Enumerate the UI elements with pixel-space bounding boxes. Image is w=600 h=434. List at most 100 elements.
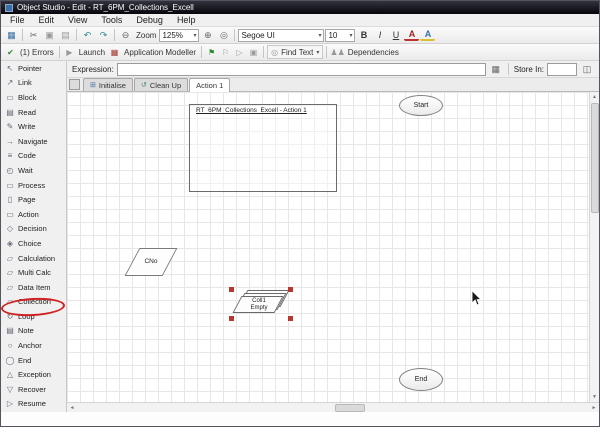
zoom-out-icon[interactable]: ⊖	[118, 28, 133, 42]
sidebar-item[interactable]: ↖ Pointer	[1, 61, 66, 76]
vertical-scroll-thumb[interactable]	[591, 103, 599, 213]
sidebar-item[interactable]: ▱ Multi Calc	[1, 265, 66, 280]
tool-icon: →	[6, 136, 14, 146]
tool-label: Code	[18, 151, 36, 161]
tab-initialise[interactable]: ⊞ Initialise	[83, 78, 133, 91]
sidebar-item[interactable]: ▽ Recover	[1, 382, 66, 397]
start-node[interactable]: Start	[399, 95, 443, 116]
application-modeller-button[interactable]: Application Modeller	[122, 48, 198, 57]
font-size-select[interactable]: 10 ▾	[325, 28, 356, 42]
launch-button[interactable]: Launch	[77, 48, 107, 57]
action-toolbar: ✔ (1) Errors ▶ Launch ▦ Application Mode…	[1, 44, 599, 61]
undo-icon[interactable]: ↶	[80, 28, 95, 42]
end-node[interactable]: End	[399, 368, 443, 391]
selection-handle[interactable]	[288, 316, 293, 321]
store-in-label: Store In:	[513, 64, 544, 74]
collection-shape[interactable]: Coll1 Empty	[229, 287, 293, 321]
scroll-up-icon[interactable]: ▲	[590, 92, 600, 102]
store-in-input[interactable]	[547, 62, 577, 76]
sidebar-item[interactable]: ▱ Collection	[1, 295, 66, 310]
font-family-select[interactable]: Segoe UI ▾	[238, 28, 325, 42]
menu-item[interactable]: Tools	[94, 15, 129, 25]
zoom-reset-icon[interactable]: ◎	[216, 28, 231, 42]
sidebar-item[interactable]: ▭ Process	[1, 178, 66, 193]
flag-green-icon[interactable]: ⚑	[205, 45, 218, 59]
grid-icon[interactable]: ▣	[247, 45, 260, 59]
sidebar-item[interactable]: ◈ Choice	[1, 236, 66, 251]
scroll-left-icon[interactable]: ◄	[67, 403, 77, 413]
sidebar-item[interactable]: ▱ Calculation	[1, 251, 66, 266]
separator	[114, 29, 115, 41]
step-icon[interactable]: ▷	[233, 45, 246, 59]
tab-action-1[interactable]: Action 1	[189, 78, 231, 92]
sidebar-item[interactable]: ◴ Wait	[1, 163, 66, 178]
cut-icon[interactable]: ✂	[26, 28, 41, 42]
horizontal-scroll-thumb[interactable]	[335, 404, 365, 412]
sidebar-item[interactable]: ○ Anchor	[1, 338, 66, 353]
sidebar-item[interactable]: △ Exception	[1, 367, 66, 382]
app-icon	[5, 3, 13, 12]
underline-button[interactable]: U	[388, 28, 403, 42]
scroll-right-icon[interactable]: ►	[589, 403, 599, 413]
paste-icon[interactable]: ▤	[58, 28, 73, 42]
sidebar-item[interactable]: ▱ Data Item	[1, 280, 66, 295]
italic-button[interactable]: I	[372, 28, 387, 42]
expression-input[interactable]	[116, 62, 486, 76]
expression-label: Expression:	[72, 64, 114, 74]
tool-label: Page	[18, 195, 36, 205]
tool-label: Pointer	[18, 63, 42, 73]
separator	[76, 29, 77, 41]
sidebar-item[interactable]: ◇ Decision	[1, 222, 66, 237]
editor-column: Expression: ▦ Store In: ◫ ⊞ Initialise ↺…	[67, 61, 599, 412]
tool-label: Note	[18, 326, 34, 336]
sidebar-item[interactable]: ◯ End	[1, 353, 66, 368]
vertical-scrollbar[interactable]: ▲ ▼	[589, 92, 599, 402]
menu-item[interactable]: Help	[170, 15, 203, 25]
tab-strip-button[interactable]	[69, 79, 80, 90]
zoom-label: Zoom	[136, 30, 157, 40]
selection-handle[interactable]	[229, 316, 234, 321]
data-item-shape[interactable]: CNo	[124, 248, 178, 276]
sidebar-item[interactable]: ↻ Loop	[1, 309, 66, 324]
sidebar-item[interactable]: ▯ Page	[1, 192, 66, 207]
menu-item[interactable]: Edit	[32, 15, 62, 25]
process-canvas[interactable]: RT_6PM_Collections_Excell - Action 1 Sta…	[67, 92, 589, 402]
menu-item[interactable]: Debug	[129, 15, 170, 25]
redo-icon[interactable]: ↷	[96, 28, 111, 42]
validation-icon: ✔	[7, 47, 14, 57]
font-size-value: 10	[328, 30, 338, 40]
font-color-button[interactable]: A	[404, 29, 420, 41]
copy-icon[interactable]: ▣	[42, 28, 57, 42]
sidebar-item[interactable]: ▷ Resume	[1, 397, 66, 412]
find-text-combo[interactable]: ◎ Find Text ▾	[267, 45, 324, 59]
sidebar-item[interactable]: ↗ Link	[1, 76, 66, 91]
store-in-picker-icon[interactable]: ◫	[580, 62, 594, 76]
sidebar-item[interactable]: ✎ Write	[1, 119, 66, 134]
save-icon[interactable]: ▦	[4, 28, 19, 42]
fill-color-button[interactable]: A	[420, 29, 436, 41]
flag-white-icon[interactable]: ⚐	[219, 45, 232, 59]
sidebar-item[interactable]: ▤ Read	[1, 105, 66, 120]
tool-palette: ↖ Pointer ↗ Link ▭ Block ▤ Read ✎ Write …	[1, 61, 67, 412]
zoom-select[interactable]: 125% ▾	[159, 28, 200, 42]
dependencies-icon: ♟♟	[330, 47, 345, 57]
selection-handle[interactable]	[288, 287, 293, 292]
bold-button[interactable]: B	[356, 28, 371, 42]
tool-label: Wait	[18, 165, 33, 175]
dependencies-button[interactable]: Dependencies	[346, 48, 401, 57]
sidebar-item[interactable]: ▭ Block	[1, 90, 66, 105]
selection-handle[interactable]	[229, 287, 234, 292]
expression-helper-icon[interactable]: ▦	[489, 62, 503, 76]
tab-clean-up[interactable]: ↺ Clean Up	[133, 78, 189, 91]
tool-icon: ◯	[5, 355, 15, 365]
sidebar-item[interactable]: ≡ Code	[1, 149, 66, 164]
errors-button[interactable]: (1) Errors	[18, 48, 56, 57]
menu-item[interactable]: File	[3, 15, 32, 25]
menu-item[interactable]: View	[61, 15, 94, 25]
scroll-down-icon[interactable]: ▼	[590, 392, 600, 402]
zoom-in-icon[interactable]: ⊕	[200, 28, 215, 42]
sidebar-item[interactable]: ▭ Action	[1, 207, 66, 222]
horizontal-scrollbar[interactable]: ◄ ►	[67, 402, 599, 412]
sidebar-item[interactable]: → Navigate	[1, 134, 66, 149]
sidebar-item[interactable]: ▤ Note	[1, 324, 66, 339]
